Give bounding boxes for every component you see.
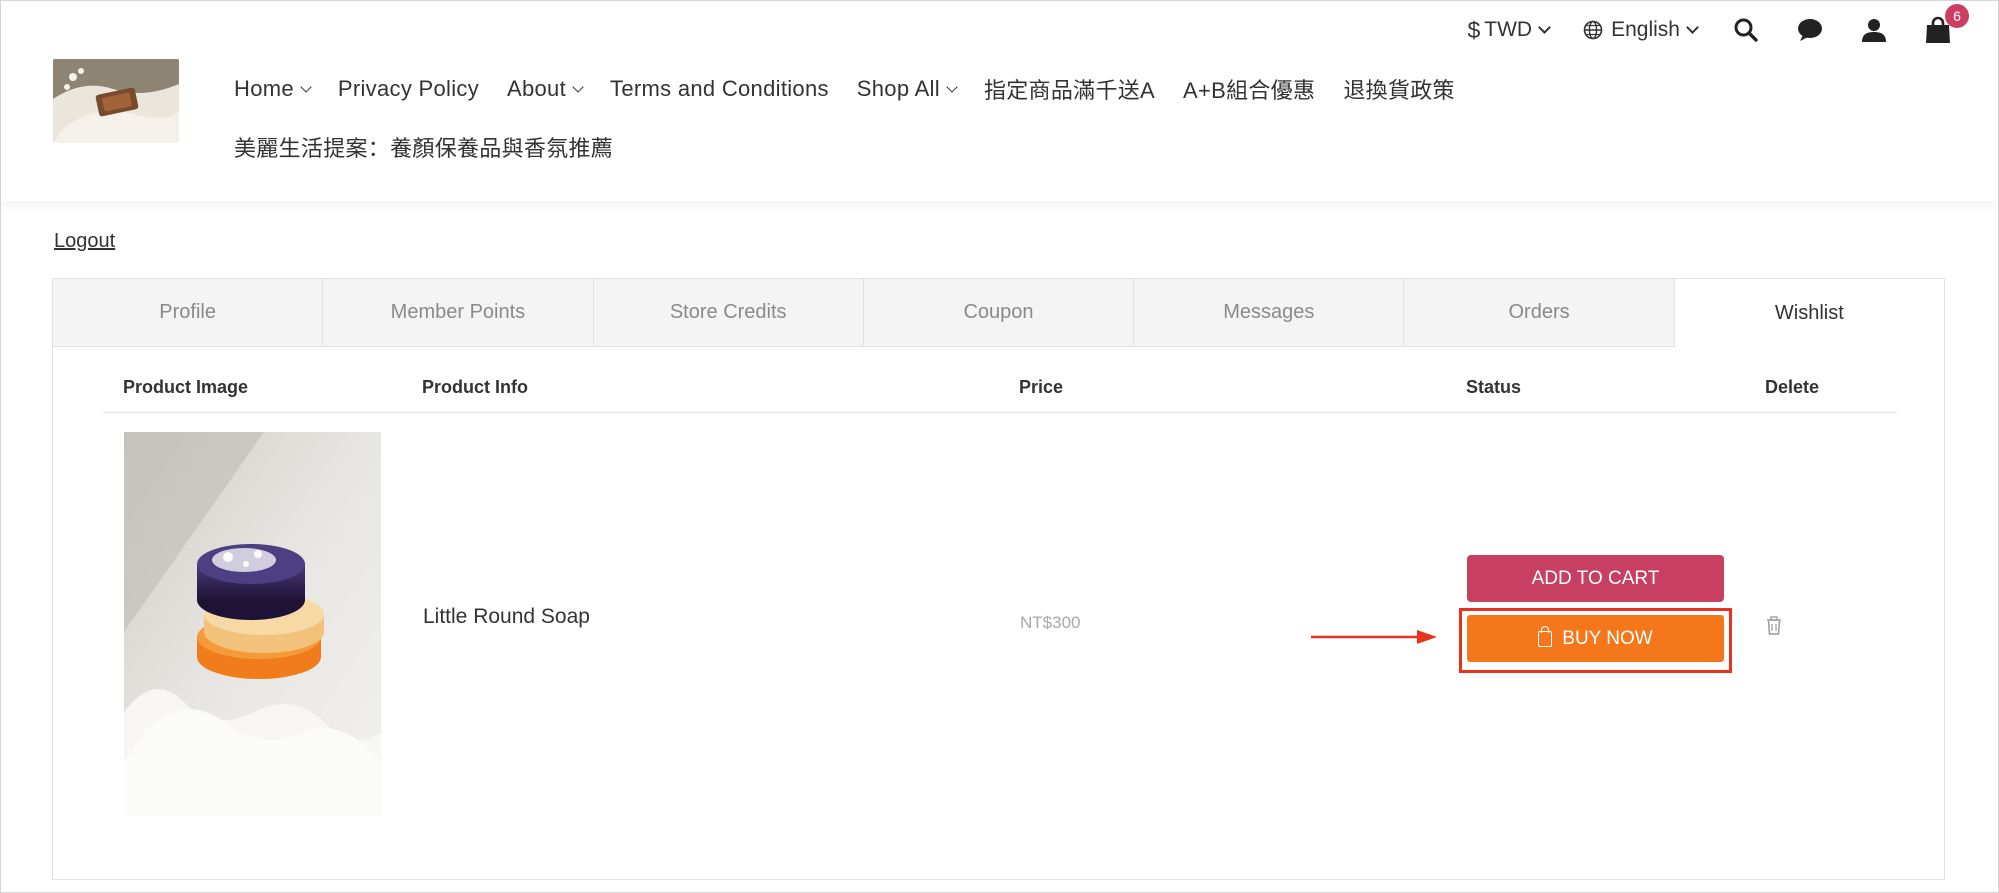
- nav-label: A+B組合優惠: [1183, 78, 1316, 103]
- main-nav: Home Privacy Policy About Terms and Cond…: [234, 71, 1534, 165]
- chevron-down-icon: [1686, 21, 1699, 34]
- nav-label: 退換貨政策: [1343, 78, 1455, 103]
- trash-icon[interactable]: [1764, 615, 1784, 637]
- user-icon: [1862, 19, 1886, 42]
- nav-label: 指定商品滿千送A: [983, 78, 1156, 103]
- header-price: Price: [1019, 377, 1064, 397]
- nav-promo-gift[interactable]: 指定商品滿千送A: [984, 73, 1155, 105]
- product-name[interactable]: Little Round Soap: [423, 605, 590, 629]
- nav-label: Home: [234, 76, 294, 101]
- tab-store-credits[interactable]: Store Credits: [593, 279, 864, 347]
- tab-messages[interactable]: Messages: [1134, 279, 1405, 347]
- chevron-down-icon: [1538, 21, 1551, 34]
- main-nav-row-1: Home Privacy Policy About Terms and Cond…: [234, 71, 1534, 107]
- header-delete: Delete: [1765, 377, 1820, 397]
- chevron-down-icon: [572, 80, 584, 93]
- account-tabs: Profile Member Points Store Credits Coup…: [53, 279, 1944, 347]
- header-product-image: Product Image: [123, 377, 249, 397]
- tab-profile[interactable]: Profile: [53, 279, 324, 347]
- nav-about[interactable]: About: [507, 76, 584, 102]
- annotation-arrow-icon: [1311, 630, 1437, 644]
- nav-home[interactable]: Home: [234, 76, 312, 102]
- nav-bundle-offer[interactable]: A+B組合優惠: [1183, 73, 1315, 105]
- nav-return-policy[interactable]: 退換貨政策: [1343, 73, 1455, 105]
- cart-count-badge: 6: [1945, 4, 1969, 28]
- chevron-down-icon: [300, 80, 312, 93]
- language-selector[interactable]: English: [1583, 18, 1699, 42]
- buy-now-button[interactable]: BUY NOW: [1467, 615, 1724, 662]
- shopping-bag-icon: [1538, 625, 1553, 647]
- globe-icon: [1583, 20, 1603, 40]
- main-nav-row-2: 美麗生活提案：養顏保養品與香氛推薦: [234, 129, 1534, 165]
- tab-member-points[interactable]: Member Points: [323, 279, 594, 347]
- product-image[interactable]: [124, 432, 381, 816]
- cart-button[interactable]: 6: [1923, 4, 1969, 45]
- tab-wishlist[interactable]: Wishlist: [1674, 279, 1944, 347]
- nav-label: 美麗生活提案：養顏保養品與香氛推薦: [234, 136, 614, 161]
- nav-label: Shop All: [856, 76, 940, 101]
- search-button[interactable]: [1731, 15, 1761, 45]
- account-button[interactable]: [1859, 15, 1889, 45]
- currency-label: TWD: [1484, 18, 1533, 41]
- tab-orders[interactable]: Orders: [1404, 279, 1675, 347]
- nav-terms[interactable]: Terms and Conditions: [610, 76, 829, 102]
- chat-button[interactable]: [1795, 15, 1825, 45]
- utility-bar: $ TWD English 6: [1467, 4, 1969, 45]
- header-status: Status: [1466, 377, 1522, 397]
- site-header: $ TWD English 6 Home Privacy Policy Abou…: [1, 1, 1998, 201]
- dollar-icon: $: [1467, 16, 1481, 43]
- nav-beauty-living[interactable]: 美麗生活提案：養顏保養品與香氛推薦: [234, 131, 613, 163]
- logo-image: [53, 59, 179, 143]
- nav-label: Privacy Policy: [337, 76, 480, 101]
- add-to-cart-button[interactable]: ADD TO CART: [1467, 555, 1724, 602]
- nav-shop-all[interactable]: Shop All: [856, 76, 958, 102]
- nav-privacy-policy[interactable]: Privacy Policy: [338, 76, 479, 102]
- product-price: NT$300: [1020, 613, 1081, 632]
- header-product-info: Product Info: [422, 377, 528, 397]
- search-icon: [1734, 18, 1758, 42]
- account-panel: Profile Member Points Store Credits Coup…: [52, 278, 1945, 880]
- currency-selector[interactable]: $ TWD: [1467, 16, 1551, 44]
- store-logo[interactable]: [53, 59, 179, 143]
- logout-link[interactable]: Logout: [54, 230, 115, 253]
- nav-label: Terms and Conditions: [610, 76, 829, 101]
- tab-coupon[interactable]: Coupon: [863, 279, 1135, 347]
- soap-photo: [124, 432, 381, 816]
- chat-bubble-icon: [1798, 19, 1822, 41]
- buy-now-label: BUY NOW: [1562, 627, 1653, 649]
- language-label: English: [1611, 18, 1680, 41]
- nav-label: About: [507, 76, 567, 101]
- chevron-down-icon: [946, 80, 958, 93]
- wishlist-table-header: Product Image Product Info Price Status …: [103, 369, 1897, 413]
